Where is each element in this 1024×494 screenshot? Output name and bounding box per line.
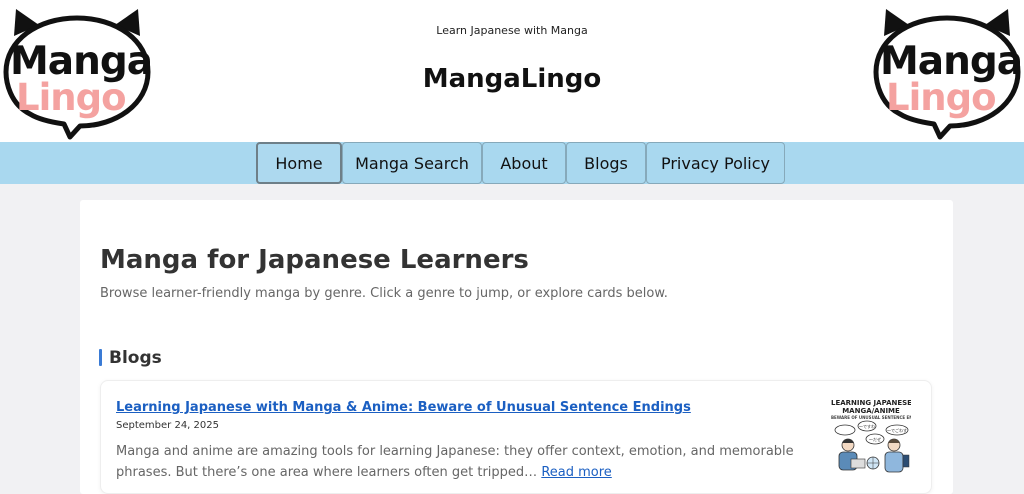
nav-privacy-policy[interactable]: Privacy Policy (646, 142, 785, 184)
page-title: Manga for Japanese Learners (100, 245, 529, 275)
page-subtitle: Browse learner-friendly manga by genre. … (100, 286, 668, 301)
main-nav: Home Manga Search About Blogs Privacy Po… (0, 142, 1024, 184)
site-title[interactable]: MangaLingo (0, 64, 1024, 94)
speech-bubble-text: 〜でごわす (887, 427, 907, 433)
learners-illustration-icon: 〜ですわ 〜だぜ 〜でごわす (834, 420, 910, 473)
site-tagline: Learn Japanese with Manga (436, 24, 588, 37)
mangalingo-logo-right[interactable]: Manga Lingo (872, 6, 1023, 142)
nav-home[interactable]: Home (256, 142, 342, 184)
logo-word-lingo: Lingo (886, 76, 997, 119)
section-heading-blogs: Blogs (109, 348, 162, 368)
section-accent-bar (99, 349, 102, 366)
blog-post-date: September 24, 2025 (116, 420, 219, 431)
blog-post-card: Learning Japanese with Manga & Anime: Be… (100, 380, 932, 494)
nav-blogs[interactable]: Blogs (566, 142, 646, 184)
blog-post-excerpt: Manga and anime are amazing tools for le… (116, 441, 806, 483)
blog-post-title-link[interactable]: Learning Japanese with Manga & Anime: Be… (116, 400, 691, 415)
read-more-link[interactable]: Read more (541, 465, 611, 480)
blog-post-thumbnail[interactable]: LEARNING JAPANESE WITH MANGA/ANIME BEWAR… (831, 397, 911, 477)
site-header: Manga Lingo Learn Japanese with Manga Ma… (0, 0, 1024, 142)
speech-bubble-text: 〜ですわ (859, 423, 875, 429)
main-content: Manga for Japanese Learners Browse learn… (80, 200, 953, 494)
nav-about[interactable]: About (482, 142, 566, 184)
blog-post-excerpt-text: Manga and anime are amazing tools for le… (116, 444, 794, 480)
nav-manga-search[interactable]: Manga Search (342, 142, 482, 184)
speech-bubble-text: 〜だぜ (869, 436, 881, 442)
